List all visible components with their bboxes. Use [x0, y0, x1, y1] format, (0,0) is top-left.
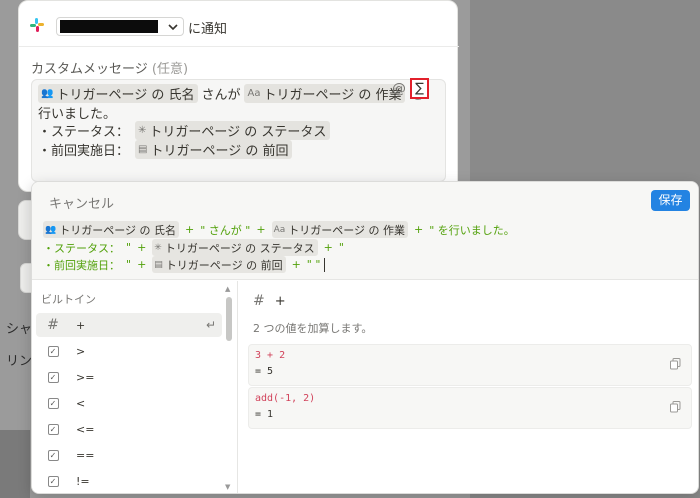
property-chip[interactable]: 👥 トリガーページ の 氏名 — [38, 84, 199, 103]
message-line: ・前回実施日： ▤ トリガーページ の 前回 — [38, 140, 295, 159]
status-loader-icon: ✳ — [138, 125, 147, 136]
people-icon: 👥 — [45, 224, 57, 235]
checkbox-icon: ✓ — [47, 475, 59, 487]
property-chip[interactable]: ✳ トリガーページ の ステータス — [135, 121, 331, 140]
checkbox-icon: ✓ — [47, 449, 59, 461]
function-item-gt[interactable]: ✓ > — [36, 339, 222, 363]
background-strip — [0, 430, 30, 498]
function-title: # + — [253, 293, 286, 309]
slack-notification-card: に通知 カスタムメッセージ (任意) 👥 トリガーページ の 氏名 さんが Aa… — [18, 0, 459, 192]
formula-editor-popup: キャンセル 保存 👥 トリガーページ の 氏名 + " さんが " + Aa ト… — [31, 181, 699, 494]
checkbox-icon: ✓ — [47, 345, 59, 357]
calendar-icon: ▤ — [138, 144, 148, 155]
checkbox-icon: ✓ — [47, 371, 59, 383]
hash-icon: # — [253, 293, 265, 309]
example-block: 3 + 2 = 5 — [248, 344, 692, 386]
property-chip[interactable]: ✳ トリガーページ の ステータス — [152, 239, 318, 256]
function-description: 2 つの値を加算します。 — [253, 322, 373, 335]
formula-line: ・前回実施日： " + ▤ トリガーページ の 前回 + " " — [43, 256, 326, 273]
message-line: 行いました。 — [38, 107, 117, 122]
scroll-down-icon[interactable]: ▼ — [225, 483, 230, 491]
checkbox-icon: ✓ — [47, 397, 59, 409]
function-item-lt[interactable]: ✓ < — [36, 391, 222, 415]
example-code: 3 + 2 — [255, 350, 286, 361]
custom-message-editor[interactable]: 👥 トリガーページ の 氏名 さんが Aa トリガーページ の 作業 を 行いま… — [31, 79, 446, 182]
return-key-icon: ↵ — [205, 318, 216, 332]
calendar-icon: ▤ — [154, 259, 163, 270]
text-property-icon: Aa — [273, 224, 286, 235]
background-row-text: シャ — [6, 322, 33, 337]
example-result: = 5 — [255, 366, 274, 377]
optional-tag: (任意) — [151, 62, 189, 77]
checkbox-icon: ✓ — [47, 423, 59, 435]
property-chip[interactable]: ▤ トリガーページ の 前回 — [135, 140, 293, 159]
text-property-icon: Aa — [247, 88, 261, 99]
message-line: 👥 トリガーページ の 氏名 さんが Aa トリガーページ の 作業 を — [38, 84, 423, 103]
channel-select[interactable] — [56, 17, 184, 36]
slack-icon — [30, 18, 44, 32]
scrollbar-thumb[interactable] — [226, 297, 232, 341]
message-line: ・ステータス： ✳ トリガーページ の ステータス — [38, 121, 333, 140]
function-item-add[interactable]: # + ↵ — [36, 313, 222, 337]
scroll-up-icon[interactable]: ▲ — [225, 285, 230, 293]
background-row-text: リン — [6, 354, 33, 369]
builtin-heading: ビルトイン — [41, 293, 96, 306]
text-caret — [324, 257, 326, 272]
formula-sigma-button[interactable]: ∑ — [410, 78, 429, 99]
property-chip[interactable]: Aa トリガーページ の 作業 — [244, 84, 406, 103]
function-item-lte[interactable]: ✓ <= — [36, 417, 222, 441]
formula-input-area[interactable]: キャンセル 保存 👥 トリガーページ の 氏名 + " さんが " + Aa ト… — [32, 182, 698, 280]
notify-label: に通知 — [188, 22, 228, 37]
people-icon: 👥 — [41, 88, 54, 99]
hash-icon: # — [47, 317, 59, 333]
function-detail: # + 2 つの値を加算します。 3 + 2 = 5 add(-1, 2) = … — [239, 281, 698, 493]
example-code: add(-1, 2) — [255, 393, 316, 404]
redacted-channel-name — [60, 20, 158, 33]
function-list: ビルトイン # + ↵ ✓ > ✓ >= ✓ < ✓ <= ✓ == ✓ != — [32, 281, 238, 493]
formula-line: 👥 トリガーページ の 氏名 + " さんが " + Aa トリガーページ の … — [43, 221, 515, 238]
cancel-button[interactable]: キャンセル — [49, 193, 114, 212]
copy-icon[interactable] — [670, 358, 681, 370]
save-button[interactable]: 保存 — [651, 190, 690, 211]
property-chip[interactable]: ▤ トリガーページ の 前回 — [152, 256, 286, 273]
property-chip[interactable]: 👥 トリガーページ の 氏名 — [43, 221, 179, 238]
chevron-down-icon — [168, 24, 178, 31]
example-result: = 1 — [255, 409, 274, 420]
copy-icon[interactable] — [670, 401, 681, 413]
example-block: add(-1, 2) = 1 — [248, 387, 692, 429]
function-item-eq[interactable]: ✓ == — [36, 443, 222, 467]
mention-at-icon[interactable]: @ — [392, 81, 406, 97]
function-list-scrollbar[interactable]: ▲ ▼ — [224, 285, 234, 491]
property-chip[interactable]: Aa トリガーページ の 作業 — [271, 221, 409, 238]
function-item-gte[interactable]: ✓ >= — [36, 365, 222, 389]
notification-header: に通知 — [19, 1, 459, 47]
function-item-neq[interactable]: ✓ != — [36, 469, 222, 493]
formula-line: ・ステータス： " + ✳ トリガーページ の ステータス + " — [43, 239, 344, 256]
custom-message-label: カスタムメッセージ (任意) — [31, 62, 189, 77]
status-loader-icon: ✳ — [154, 242, 162, 253]
